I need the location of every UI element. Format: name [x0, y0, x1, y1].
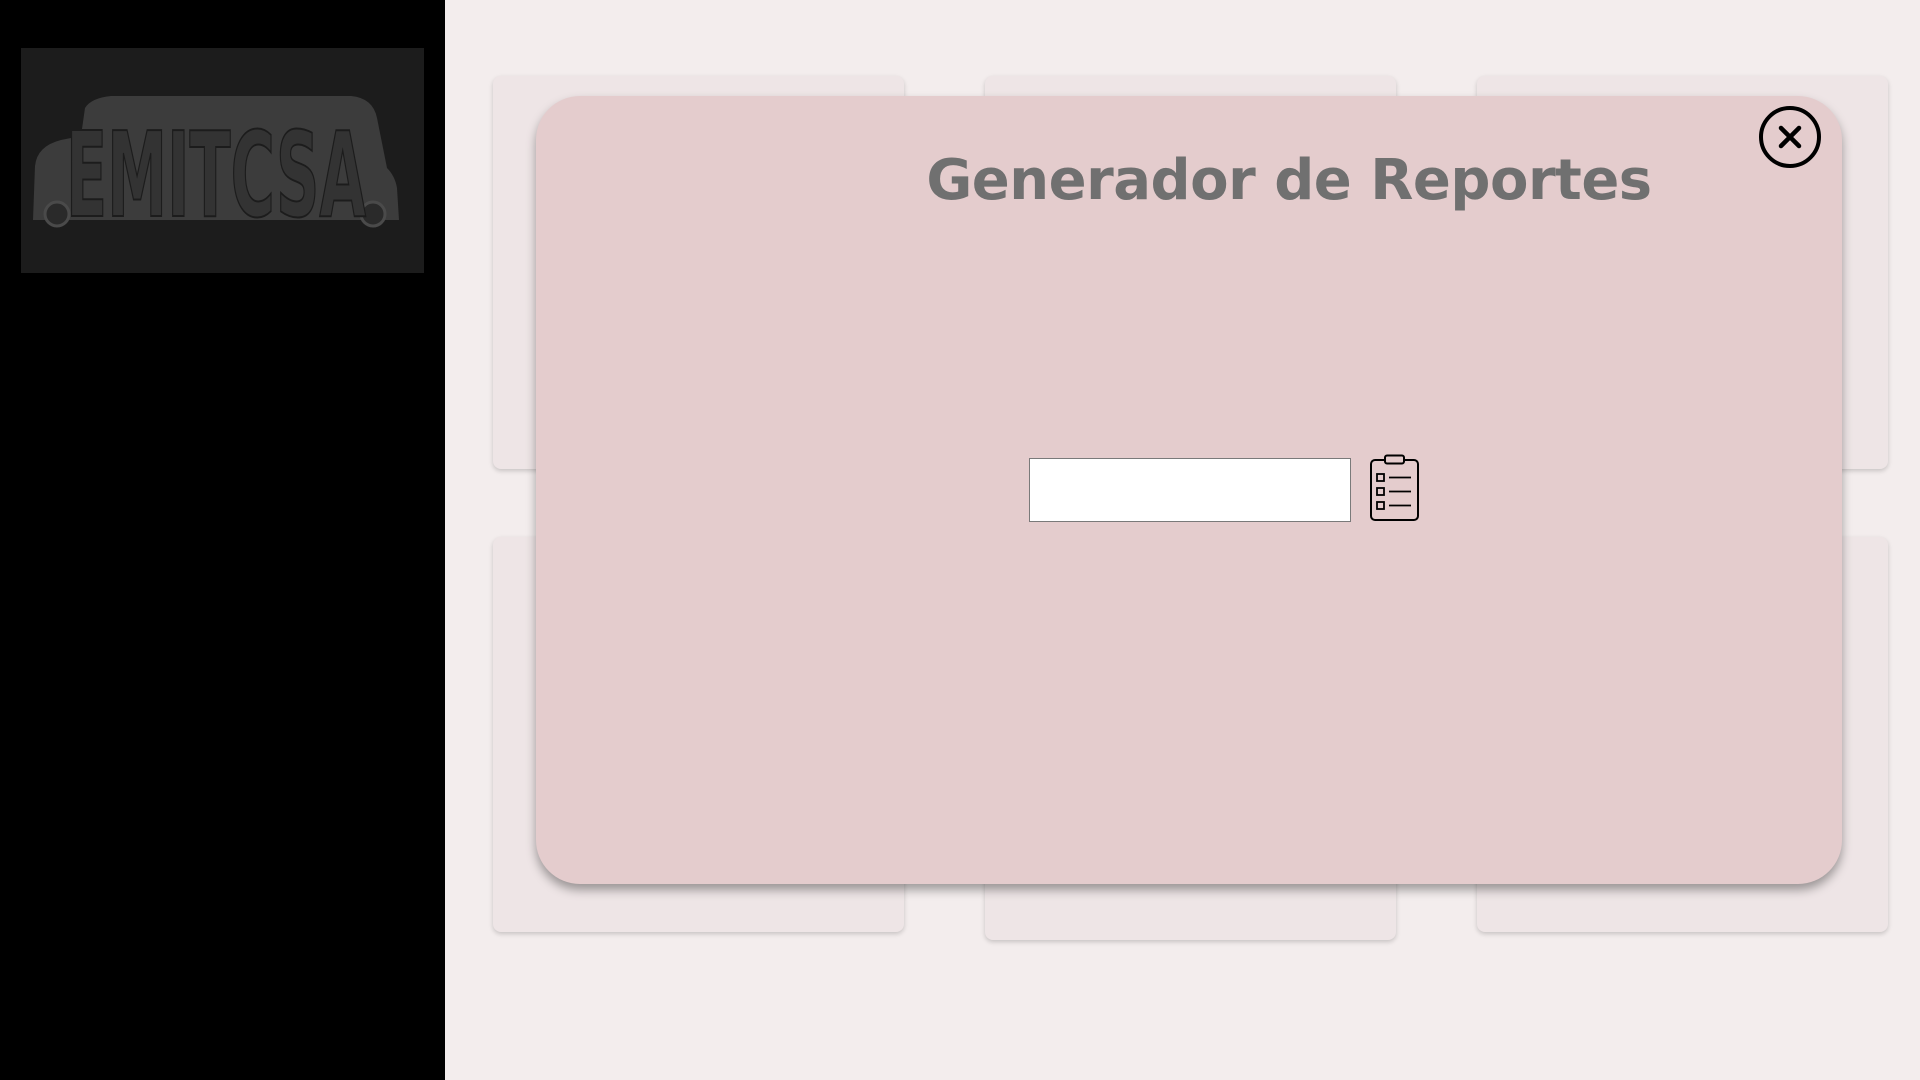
clipboard-list-icon — [1370, 454, 1419, 521]
logo-text: EMITCSA — [66, 106, 366, 244]
sidebar: EMITCSA — [0, 0, 445, 1080]
dialog-title: Generador de Reportes — [926, 148, 1652, 213]
close-icon — [1778, 125, 1802, 149]
company-logo[interactable]: EMITCSA — [21, 48, 424, 273]
report-input[interactable] — [1029, 458, 1351, 522]
generate-report-button[interactable] — [1369, 454, 1421, 522]
close-button[interactable] — [1759, 106, 1821, 168]
report-generator-dialog: Generador de Reportes — [536, 96, 1842, 884]
van-icon: EMITCSA — [33, 96, 399, 245]
